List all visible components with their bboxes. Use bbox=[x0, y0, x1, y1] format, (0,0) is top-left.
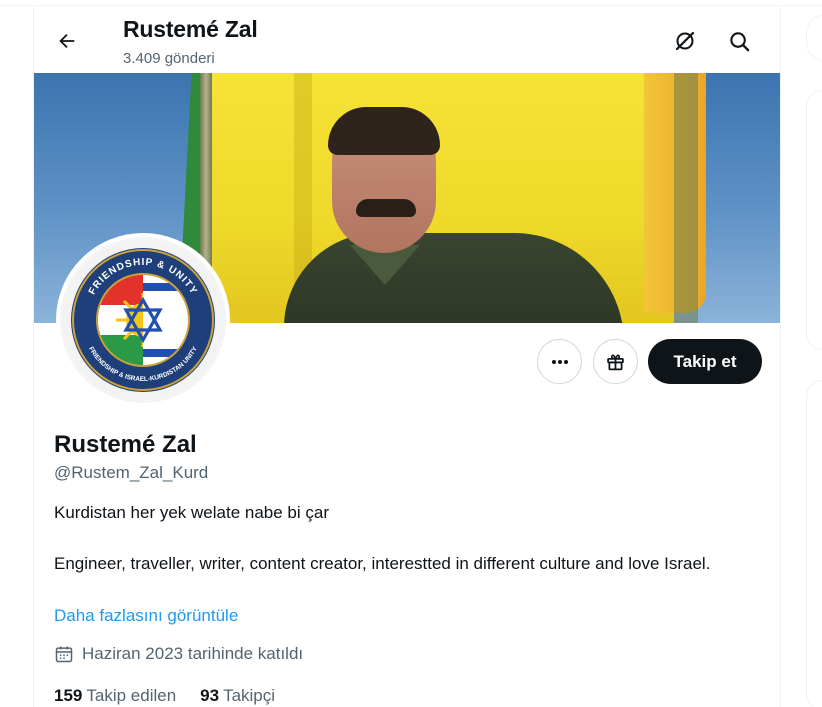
header-title: Rustemé Zal bbox=[123, 16, 258, 42]
follow-button[interactable]: Takip et bbox=[648, 339, 762, 384]
right-sidebar-card-edge bbox=[806, 90, 822, 350]
joined-text: Haziran 2023 tarihinde katıldı bbox=[82, 644, 304, 663]
avatar-image: FRIENDSHIP & UNITY FRIENDSHIP & ISRAEL-K… bbox=[60, 237, 226, 403]
profile-name: Rustemé Zal bbox=[54, 431, 197, 458]
gift-button[interactable] bbox=[593, 339, 638, 384]
banner-person-moustache bbox=[356, 199, 416, 217]
profile-bio-line-1: Kurdistan her yek welate nabe bi çar bbox=[54, 503, 329, 522]
search-button[interactable] bbox=[722, 24, 756, 58]
search-icon bbox=[729, 31, 749, 51]
banner-person-hair bbox=[328, 107, 440, 155]
following-count: 159 bbox=[54, 686, 83, 705]
calendar-icon bbox=[55, 646, 73, 663]
profile-column: Rustemé Zal 3.409 gönderi FRIENDSHIP & U… bbox=[33, 6, 781, 707]
avatar[interactable]: FRIENDSHIP & UNITY FRIENDSHIP & ISRAEL-K… bbox=[56, 233, 230, 407]
banner-pole-right bbox=[674, 73, 698, 323]
followers-label: Takipçi bbox=[223, 686, 276, 705]
show-more-link[interactable]: Daha fazlasını görüntüle bbox=[54, 606, 238, 626]
profile-handle: @Rustem_Zal_Kurd bbox=[54, 463, 209, 482]
followers-link[interactable]: 93 Takipçi bbox=[200, 686, 275, 706]
grok-icon bbox=[675, 31, 695, 51]
right-sidebar-card-edge-2 bbox=[806, 380, 822, 707]
more-dots-icon bbox=[551, 359, 568, 364]
profile-bio-line-2: Engineer, traveller, writer, content cre… bbox=[54, 554, 711, 573]
gift-icon bbox=[607, 354, 624, 371]
grok-button[interactable] bbox=[668, 24, 702, 58]
post-count: 3.409 gönderi bbox=[123, 50, 215, 67]
followers-count: 93 bbox=[200, 686, 220, 705]
friendship-badge-icon: FRIENDSHIP & UNITY FRIENDSHIP & ISRAEL-K… bbox=[63, 240, 223, 400]
following-link[interactable]: 159 Takip edilen bbox=[54, 686, 176, 706]
follow-stats: 159 Takip edilen 93 Takipçi bbox=[54, 686, 275, 706]
back-button[interactable] bbox=[50, 24, 84, 58]
arrow-left-icon bbox=[59, 33, 75, 49]
following-label: Takip edilen bbox=[86, 686, 177, 705]
joined-date: Haziran 2023 tarihinde katıldı bbox=[54, 644, 303, 664]
more-options-button[interactable] bbox=[537, 339, 582, 384]
profile-header: Rustemé Zal 3.409 gönderi bbox=[34, 6, 780, 72]
